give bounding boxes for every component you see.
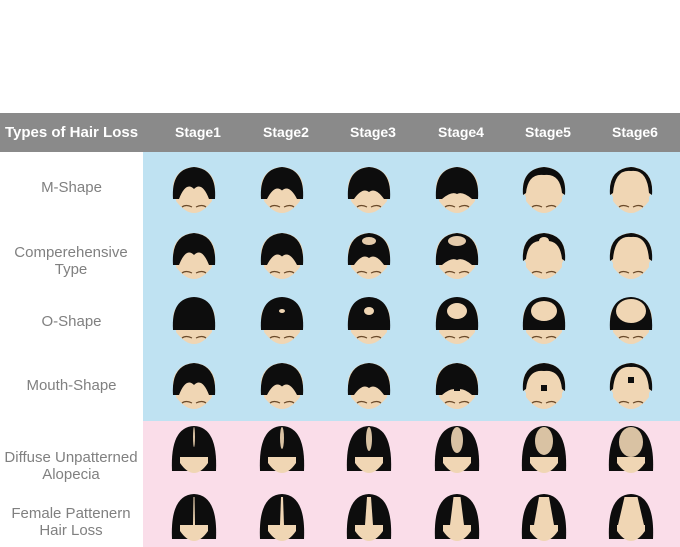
head-icon xyxy=(512,163,576,219)
head-icon xyxy=(250,491,314,547)
head-icon xyxy=(162,359,226,415)
head-icon xyxy=(599,294,663,350)
watermark xyxy=(520,532,680,547)
head-icon xyxy=(162,423,226,479)
head-icon xyxy=(337,294,401,350)
head-icon xyxy=(599,423,663,479)
head-icon xyxy=(425,359,489,415)
stage-header-2: Stage2 xyxy=(263,124,309,140)
row-labels-column: M-Shape Comperehensive Type O-Shape Mout… xyxy=(0,152,143,547)
head-icon xyxy=(425,229,489,285)
head-icon xyxy=(512,229,576,285)
head-icon xyxy=(250,294,314,350)
head-icon xyxy=(337,423,401,479)
row-label-comprehensive: Comperehensive Type xyxy=(14,244,128,278)
stage-header-4: Stage4 xyxy=(438,124,484,140)
stage-header-6: Stage6 xyxy=(612,124,658,140)
head-icon xyxy=(250,359,314,415)
stage-header-1: Stage1 xyxy=(175,124,221,140)
head-icon xyxy=(162,229,226,285)
head-icon xyxy=(337,359,401,415)
row-label-m-shape: M-Shape xyxy=(41,179,102,196)
stage-header-5: Stage5 xyxy=(525,124,571,140)
head-icon xyxy=(512,294,576,350)
hair-loss-chart: Types of Hair Loss Stage1 Stage2 Stage3 … xyxy=(0,113,680,547)
head-icon xyxy=(250,163,314,219)
head-icon xyxy=(512,423,576,479)
head-icon xyxy=(337,229,401,285)
head-icon xyxy=(425,491,489,547)
row-label-mouth-shape: Mouth-Shape xyxy=(26,377,117,394)
row-label-female-pattern: Female Pattenern Hair Loss xyxy=(11,505,131,539)
head-icon xyxy=(250,423,314,479)
header-title: Types of Hair Loss xyxy=(4,124,139,141)
head-icon xyxy=(425,423,489,479)
head-icon xyxy=(162,294,226,350)
head-icon xyxy=(250,229,314,285)
row-label-o-shape: O-Shape xyxy=(41,313,102,330)
head-icon xyxy=(162,491,226,547)
head-icon xyxy=(425,163,489,219)
head-icon xyxy=(599,163,663,219)
head-icon xyxy=(425,294,489,350)
head-icon xyxy=(512,359,576,415)
head-icon xyxy=(599,229,663,285)
head-icon xyxy=(337,491,401,547)
head-icon xyxy=(599,359,663,415)
row-label-diffuse: Diffuse Unpatterned Alopecia xyxy=(4,449,138,483)
header-bar: Types of Hair Loss Stage1 Stage2 Stage3 … xyxy=(0,113,680,152)
head-icon xyxy=(337,163,401,219)
stage-header-3: Stage3 xyxy=(350,124,396,140)
head-icon xyxy=(162,163,226,219)
